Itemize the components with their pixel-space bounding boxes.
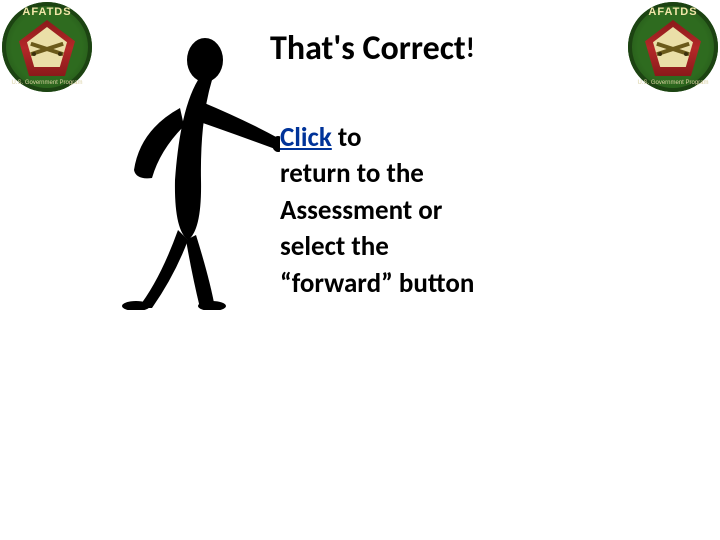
afatds-logo-left: AFATDS U.S. Government Program (2, 2, 92, 92)
title-exclaim: ! (466, 30, 475, 65)
logo-circle: AFATDS U.S. Government Program (2, 2, 92, 92)
bullet-icon (258, 134, 266, 142)
crossed-cannons-icon (656, 42, 690, 56)
instruction-text: Click to return to the Assessment or sel… (280, 120, 474, 302)
logo-top-text: AFATDS (2, 6, 92, 18)
crossed-cannons-icon (30, 42, 64, 56)
logo-bottom-text: U.S. Government Program (628, 80, 718, 86)
slide-container: AFATDS U.S. Government Program AFATDS (0, 0, 720, 540)
instruction-line-1: Click to (280, 120, 474, 156)
instruction-line-4: select the (280, 229, 474, 265)
line1-rest: to (332, 121, 362, 154)
slide-title: That's Correct! (270, 28, 475, 69)
click-link[interactable]: Click (280, 121, 332, 154)
logo-top-text: AFATDS (628, 6, 718, 18)
title-text: That's Correct (270, 28, 466, 69)
instruction-line-5: “forward” button (280, 266, 474, 302)
logo-bottom-text: U.S. Government Program (2, 80, 92, 86)
pointing-figure-icon (80, 30, 280, 310)
logo-circle: AFATDS U.S. Government Program (628, 2, 718, 92)
instruction-line-2: return to the (280, 156, 474, 192)
instruction-line-3: Assessment or (280, 193, 474, 229)
afatds-logo-right: AFATDS U.S. Government Program (628, 2, 718, 92)
